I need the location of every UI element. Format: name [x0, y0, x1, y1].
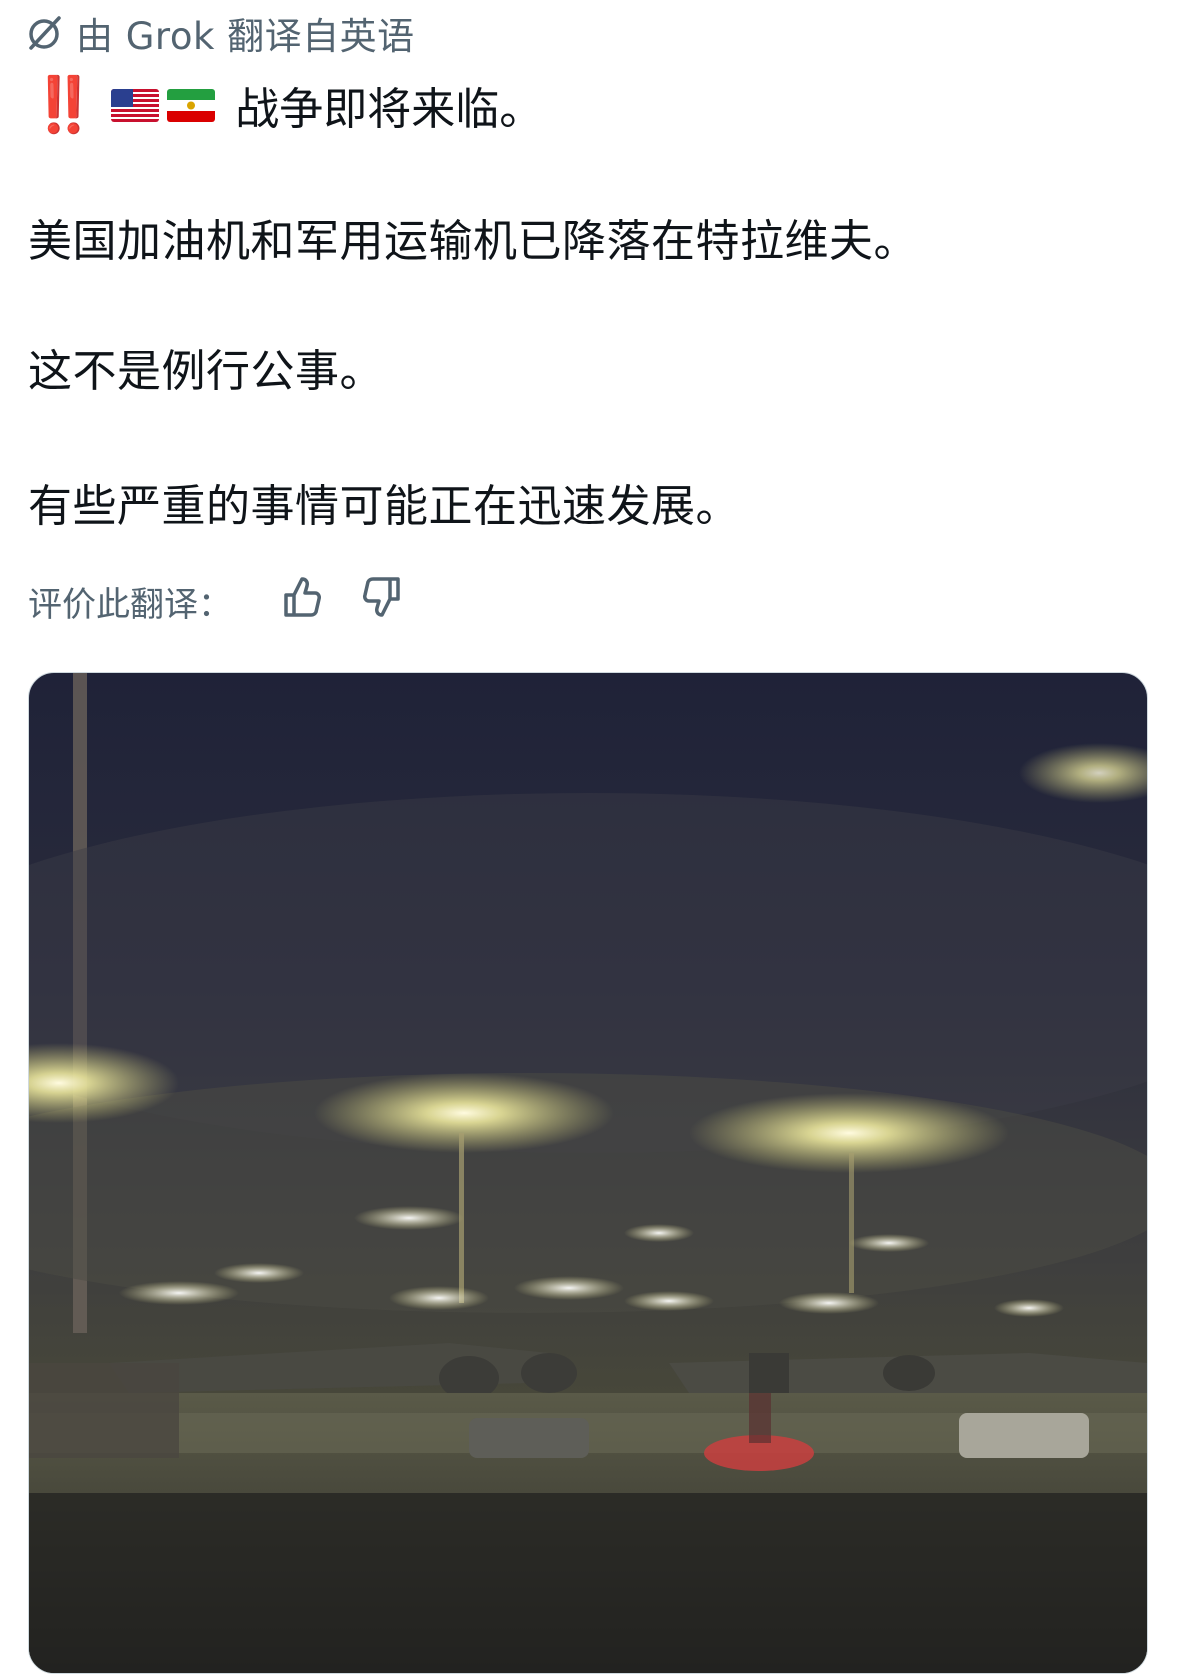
post-title: 战争即将来临。	[235, 84, 544, 135]
airport-night-scene	[29, 673, 1147, 1673]
translation-notice-text: 由 Grok 翻译自英语	[76, 15, 415, 58]
iran-flag-icon	[167, 88, 216, 122]
thumbs-up-icon[interactable]	[280, 575, 322, 623]
translation-notice: 由 Grok 翻译自英语	[26, 8, 415, 58]
double-exclamation-emoji: ‼️	[30, 73, 97, 136]
rate-translation-label: 评价此翻译：	[28, 584, 232, 625]
post-paragraph-1: 美国加油机和军用运输机已降落在特拉维夫。	[28, 216, 918, 267]
post-title-row: ‼️ 战争即将来临。	[30, 73, 544, 136]
grok-logo-icon	[26, 14, 64, 52]
post-paragraph-2: 这不是例行公事。	[28, 346, 384, 397]
thumbs-down-icon[interactable]	[362, 575, 404, 623]
us-flag-icon	[111, 88, 160, 122]
rate-translation-row: 评价此翻译：	[28, 575, 232, 627]
post-media-video[interactable]	[28, 672, 1148, 1674]
post-paragraph-3: 有些严重的事情可能正在迅速发展。	[28, 481, 740, 532]
